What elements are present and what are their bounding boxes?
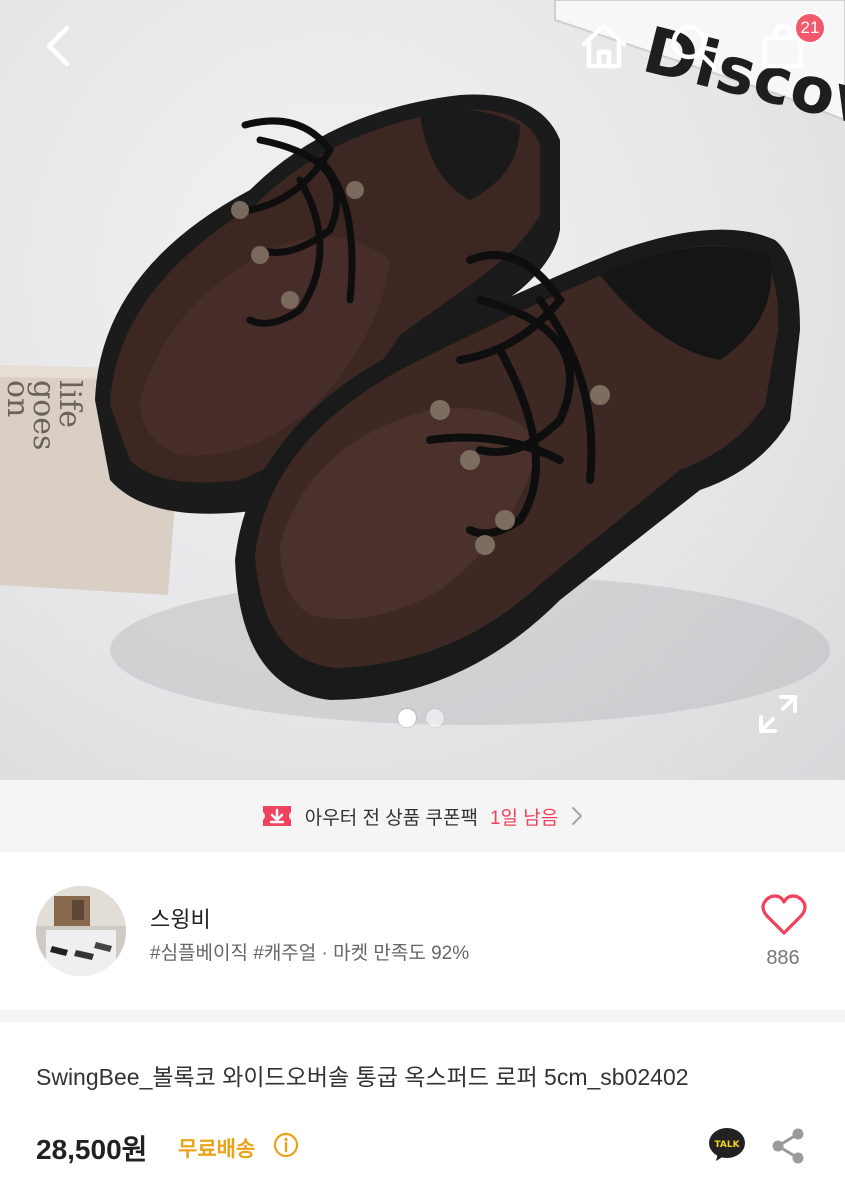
seller-section[interactable]: 스윙비 #심플베이직 #캐주얼 · 마켓 만족도 92% 886 <box>0 852 845 1010</box>
section-divider <box>0 1010 845 1022</box>
like-count: 886 <box>766 947 800 969</box>
coupon-banner[interactable]: 아우터 전 상품 쿠폰팩 1일 남음 <box>0 780 845 852</box>
search-button[interactable] <box>665 18 721 74</box>
home-button[interactable] <box>576 18 632 74</box>
cart-count-badge: 21 <box>794 12 826 44</box>
back-button[interactable] <box>30 18 86 74</box>
search-icon <box>671 24 717 70</box>
seller-tags: #심플베이직 #캐주얼 · 마켓 만족도 92% <box>150 943 470 964</box>
product-price: 28,500원 <box>36 1134 148 1165</box>
coupon-remaining: 1일 남음 <box>489 807 559 829</box>
seller-avatar[interactable] <box>36 886 126 976</box>
share-icon[interactable] <box>770 1127 806 1165</box>
chevron-left-icon <box>46 25 70 67</box>
coupon-label: 아우터 전 상품 쿠폰팩 <box>304 807 478 829</box>
shipping-label: 무료배송 <box>178 1138 256 1161</box>
product-image-gallery[interactable]: Discover life goes on 21 <box>0 0 845 780</box>
product-title: SwingBee_볼록코 와이드오버솔 통굽 옥스퍼드 로퍼 5cm_sb024… <box>36 1064 689 1090</box>
carousel-dot-active[interactable] <box>398 709 416 727</box>
info-icon[interactable] <box>273 1132 299 1158</box>
coupon-download-icon <box>262 806 291 826</box>
product-photo: Discover lifegoeson <box>0 0 845 725</box>
home-icon <box>581 23 627 69</box>
heart-icon[interactable] <box>760 892 808 938</box>
carousel-dot[interactable] <box>426 709 444 727</box>
avatar-image <box>36 886 126 976</box>
chevron-right-icon <box>572 806 583 826</box>
expand-icon[interactable] <box>757 693 799 735</box>
seller-name[interactable]: 스윙비 <box>150 902 211 934</box>
talk-label: TALK <box>714 1140 740 1150</box>
kakao-talk-icon[interactable]: TALK <box>708 1127 746 1163</box>
book-text-word: on <box>0 380 35 417</box>
carousel-indicator <box>398 709 444 727</box>
